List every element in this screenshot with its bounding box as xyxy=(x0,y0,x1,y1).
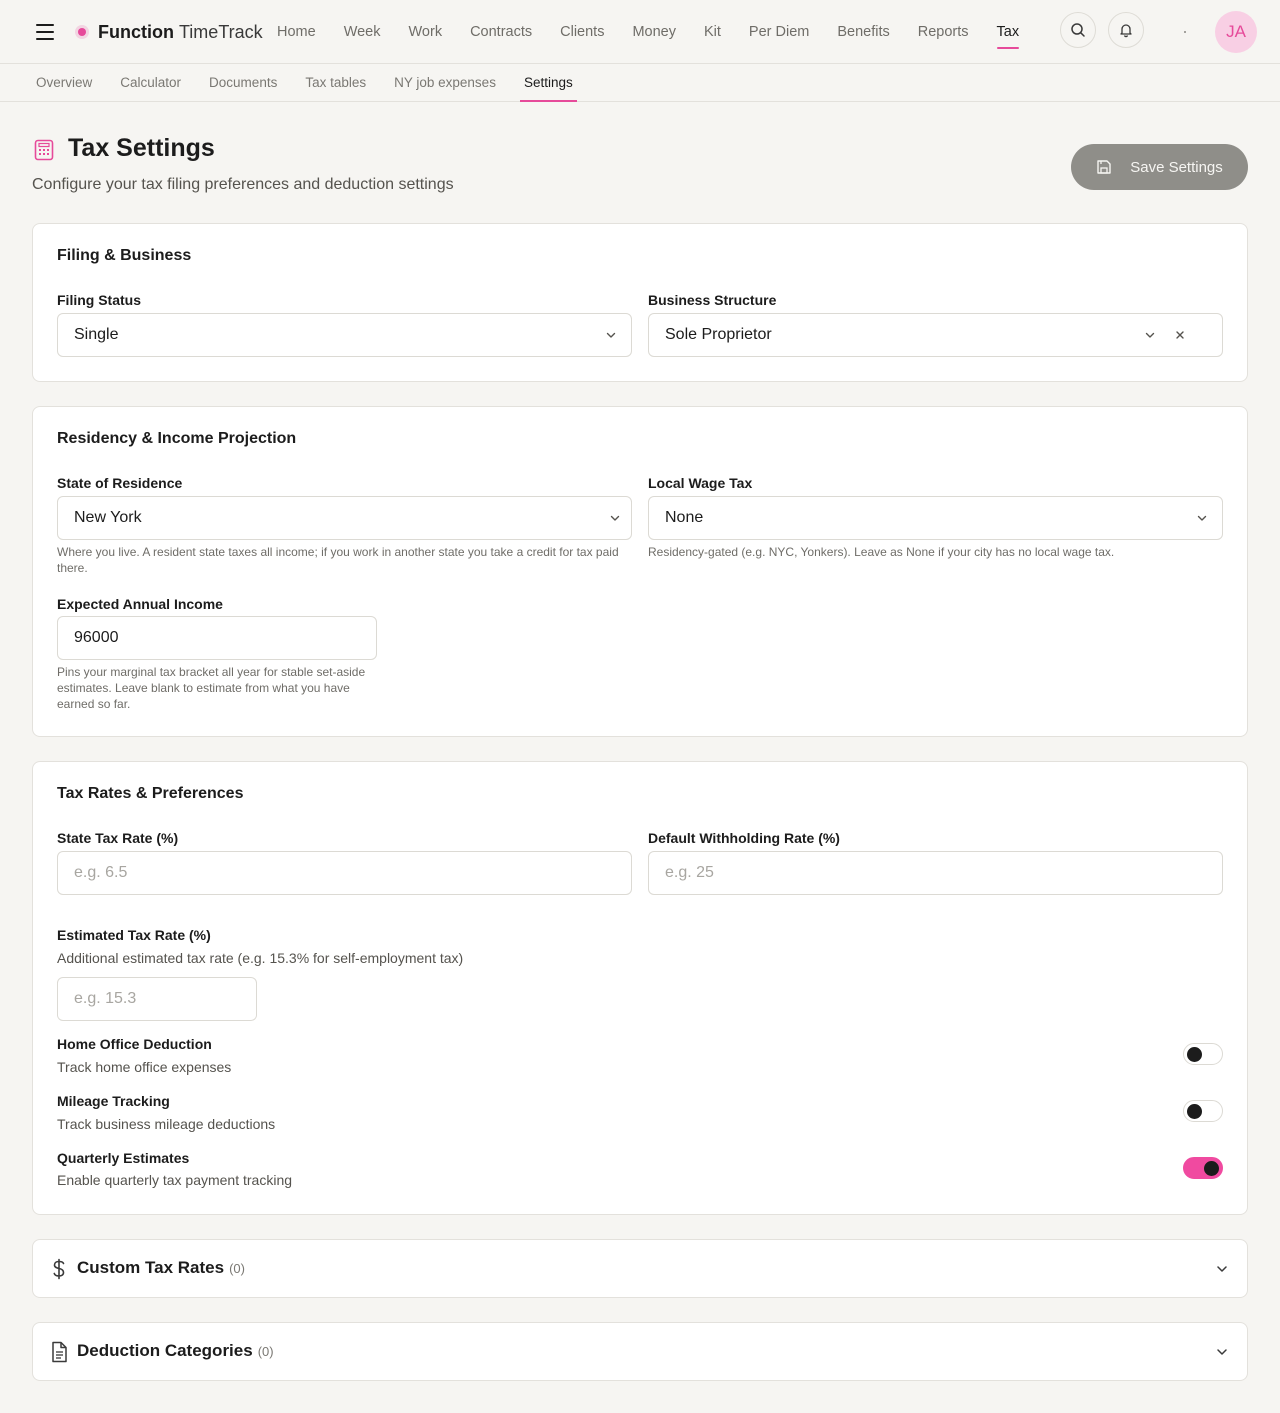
estimated-tax-rate-label: Estimated Tax Rate (%) xyxy=(57,927,211,943)
tab-ny-job-expenses[interactable]: NY job expenses xyxy=(380,64,510,101)
calculator-icon xyxy=(34,139,54,161)
chevron-down-icon xyxy=(1217,1266,1227,1272)
estimated-tax-rate-input[interactable] xyxy=(57,977,257,1021)
status-dot-icon xyxy=(1184,31,1186,33)
dollar-icon xyxy=(53,1258,65,1280)
search-icon xyxy=(1071,23,1085,37)
deduction-categories-title: Deduction Categories (0) xyxy=(77,1341,274,1360)
chevron-down-icon xyxy=(1197,515,1207,521)
chevron-down-icon xyxy=(610,515,620,521)
tax-rates-card: Tax Rates & Preferences State Tax Rate (… xyxy=(32,761,1248,1215)
main-nav: Home Week Work Contracts Clients Money K… xyxy=(263,0,1033,64)
save-icon xyxy=(1097,160,1111,174)
clear-icon[interactable] xyxy=(1174,329,1186,341)
deduction-categories-accordion[interactable]: Deduction Categories (0) xyxy=(32,1322,1248,1381)
tab-settings[interactable]: Settings xyxy=(510,64,587,102)
state-of-residence-label: State of Residence xyxy=(57,475,183,491)
tab-calculator[interactable]: Calculator xyxy=(106,64,195,101)
nav-item-contracts[interactable]: Contracts xyxy=(456,0,546,64)
avatar[interactable]: JA xyxy=(1215,11,1257,53)
nav-item-reports[interactable]: Reports xyxy=(904,0,983,64)
withholding-rate-label: Default Withholding Rate (%) xyxy=(648,830,840,846)
notifications-button[interactable] xyxy=(1108,12,1144,48)
state-of-residence-select[interactable]: New York xyxy=(57,496,632,540)
chevron-down-icon xyxy=(1145,332,1155,338)
nav-item-per-diem[interactable]: Per Diem xyxy=(735,0,823,64)
nav-item-clients[interactable]: Clients xyxy=(546,0,618,64)
custom-tax-rates-accordion[interactable]: Custom Tax Rates (0) xyxy=(32,1239,1248,1298)
nav-item-tax[interactable]: Tax xyxy=(983,0,1034,64)
nav-item-kit[interactable]: Kit xyxy=(690,0,735,64)
business-structure-label: Business Structure xyxy=(648,292,777,308)
brand-logo[interactable]: Function TimeTrack xyxy=(78,18,263,46)
home-office-label: Home Office Deduction xyxy=(57,1036,212,1052)
quarterly-estimates-label: Quarterly Estimates xyxy=(57,1150,190,1166)
local-wage-tax-value: None xyxy=(665,509,704,526)
brand-name-strong: Function xyxy=(98,21,174,42)
state-of-residence-help: Where you live. A resident state taxes a… xyxy=(57,545,619,575)
local-wage-tax-help: Residency-gated (e.g. NYC, Yonkers). Lea… xyxy=(648,545,1115,559)
tax-rates-title: Tax Rates & Preferences xyxy=(57,785,244,802)
quarterly-estimates-toggle[interactable] xyxy=(1183,1157,1223,1179)
home-office-toggle[interactable] xyxy=(1183,1043,1223,1065)
top-nav: Function TimeTrack Home Week Work Contra… xyxy=(0,0,1280,64)
chevron-down-icon xyxy=(606,332,616,338)
chevron-down-icon xyxy=(1217,1349,1227,1355)
business-structure-select[interactable]: Sole Proprietor xyxy=(648,313,1223,357)
brand-name-light: TimeTrack xyxy=(178,21,263,42)
nav-item-benefits[interactable]: Benefits xyxy=(823,0,903,64)
local-wage-tax-label: Local Wage Tax xyxy=(648,475,753,491)
custom-tax-rates-title: Custom Tax Rates (0) xyxy=(77,1258,245,1277)
bell-icon xyxy=(1120,24,1132,38)
tab-tax-tables[interactable]: Tax tables xyxy=(291,64,380,101)
mileage-toggle[interactable] xyxy=(1183,1100,1223,1122)
local-wage-tax-select[interactable]: None xyxy=(648,496,1223,540)
tab-overview[interactable]: Overview xyxy=(22,64,106,101)
quarterly-estimates-desc: Enable quarterly tax payment tracking xyxy=(57,1172,293,1188)
state-tax-rate-label: State Tax Rate (%) xyxy=(57,830,179,846)
tax-subtabs: Overview Calculator Documents Tax tables… xyxy=(0,64,1280,102)
menu-icon[interactable] xyxy=(36,24,54,40)
filing-status-value: Single xyxy=(74,326,119,343)
expected-income-help: Pins your marginal tax bracket all year … xyxy=(57,665,366,711)
residency-income-card: Residency & Income Projection State of R… xyxy=(32,406,1248,737)
withholding-rate-input[interactable] xyxy=(648,851,1223,895)
nav-item-money[interactable]: Money xyxy=(618,0,690,64)
business-structure-value: Sole Proprietor xyxy=(665,326,772,343)
filing-status-select[interactable]: Single xyxy=(57,313,632,357)
search-button[interactable] xyxy=(1060,12,1096,48)
filing-business-title: Filing & Business xyxy=(57,247,192,264)
save-settings-button[interactable]: Save Settings xyxy=(1071,144,1248,190)
residency-income-title: Residency & Income Projection xyxy=(57,430,297,447)
nav-item-home[interactable]: Home xyxy=(263,0,330,64)
deduction-categories-count: (0) xyxy=(257,1344,274,1359)
filing-business-card: Filing & Business Filing Status Single B… xyxy=(32,223,1248,382)
nav-item-week[interactable]: Week xyxy=(330,0,395,64)
mileage-label: Mileage Tracking xyxy=(57,1093,170,1109)
save-settings-label: Save Settings xyxy=(1130,158,1223,176)
nav-item-work[interactable]: Work xyxy=(395,0,457,64)
filing-status-label: Filing Status xyxy=(57,292,141,308)
brand-dot-icon xyxy=(78,28,86,36)
tab-documents[interactable]: Documents xyxy=(195,64,291,101)
custom-tax-rates-count: (0) xyxy=(229,1261,245,1276)
home-office-desc: Track home office expenses xyxy=(57,1059,232,1075)
state-tax-rate-input[interactable] xyxy=(57,851,632,895)
page-subtitle: Configure your tax filing preferences an… xyxy=(32,176,454,193)
page-title: Tax Settings xyxy=(68,134,215,162)
expected-income-input[interactable] xyxy=(57,616,377,660)
estimated-tax-rate-desc: Additional estimated tax rate (e.g. 15.3… xyxy=(57,950,464,966)
state-of-residence-value: New York xyxy=(74,509,142,526)
expected-income-label: Expected Annual Income xyxy=(57,596,223,612)
document-icon xyxy=(52,1341,67,1363)
mileage-desc: Track business mileage deductions xyxy=(57,1116,276,1132)
